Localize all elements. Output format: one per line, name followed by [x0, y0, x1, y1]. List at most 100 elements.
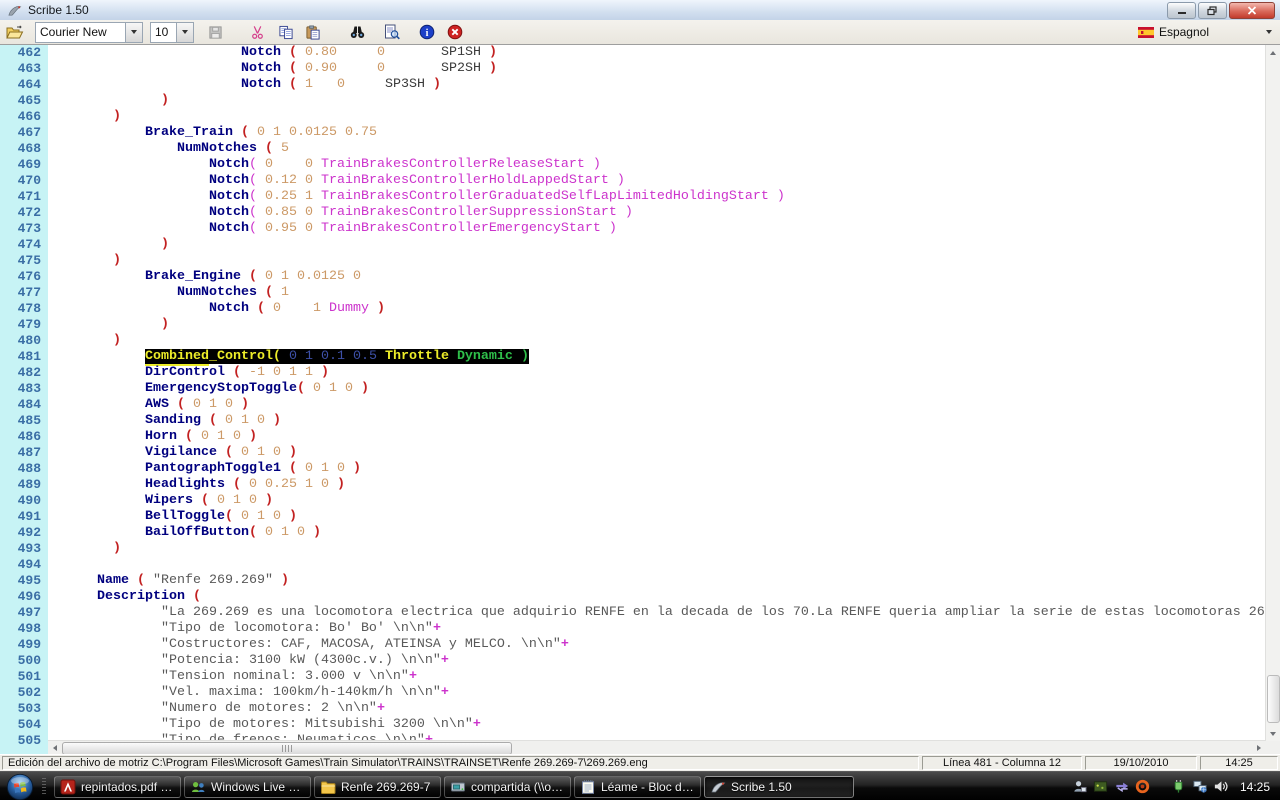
exit-button[interactable]: [444, 22, 466, 42]
code-line-480[interactable]: ): [57, 333, 1266, 349]
taskbar-clock[interactable]: 14:25: [1240, 780, 1270, 794]
line-number: 468: [0, 141, 48, 157]
horizontal-scrollbar[interactable]: [48, 740, 1266, 755]
code-line-466[interactable]: ): [57, 109, 1266, 125]
restore-button[interactable]: [1198, 2, 1227, 19]
code-line-467[interactable]: Brake_Train ( 0 1 0.0125 0.75: [57, 125, 1266, 141]
code-line-482[interactable]: DirControl ( -1 0 1 1 ): [57, 365, 1266, 381]
line-number: 475: [0, 253, 48, 269]
code-line-474[interactable]: ): [57, 237, 1266, 253]
code-line-481[interactable]: Combined_Control( 0 1 0.1 0.5 Throttle D…: [57, 349, 1266, 365]
line-number: 465: [0, 93, 48, 109]
code-line-471[interactable]: Notch( 0.25 1 TrainBrakesControllerGradu…: [57, 189, 1266, 205]
paste-button[interactable]: [302, 22, 324, 42]
line-number: 502: [0, 685, 48, 701]
taskbar-button-folder[interactable]: Renfe 269.269-7: [314, 776, 441, 798]
search-document-button[interactable]: [381, 22, 403, 42]
code-line-484[interactable]: AWS ( 0 1 0 ): [57, 397, 1266, 413]
volume-icon[interactable]: [1213, 779, 1229, 795]
line-number: 481: [0, 349, 48, 365]
font-size-combobox[interactable]: 10: [150, 22, 194, 43]
start-button[interactable]: [6, 773, 34, 800]
code-line-468[interactable]: NumNotches ( 5: [57, 141, 1266, 157]
code-line-470[interactable]: Notch( 0.12 0 TrainBrakesControllerHoldL…: [57, 173, 1266, 189]
media-tray-icon[interactable]: [1093, 779, 1109, 795]
language-dropdown-arrow[interactable]: [1266, 30, 1272, 34]
code-line-496[interactable]: Description (: [57, 589, 1266, 605]
code-line-499[interactable]: "Costructores: CAF, MACOSA, ATEINSA y ME…: [57, 637, 1266, 653]
code-line-463[interactable]: Notch ( 0.90 0 SP2SH ): [57, 61, 1266, 77]
find-button[interactable]: [346, 22, 368, 42]
cut-button[interactable]: [246, 22, 268, 42]
line-number: 472: [0, 205, 48, 221]
code-line-477[interactable]: NumNotches ( 1: [57, 285, 1266, 301]
code-line-498[interactable]: "Tipo de locomotora: Bo' Bo' \n\n"+: [57, 621, 1266, 637]
close-button[interactable]: [1229, 2, 1275, 19]
save-button[interactable]: [204, 22, 226, 42]
info-button[interactable]: i: [416, 22, 438, 42]
code-line-502[interactable]: "Vel. maxima: 100km/h-140km/h \n\n"+: [57, 685, 1266, 701]
power-plug-icon[interactable]: [1171, 779, 1187, 795]
open-file-button[interactable]: [4, 22, 26, 42]
taskbar-button-notepad[interactable]: Léame - Bloc de not...: [574, 776, 701, 798]
line-number: 489: [0, 477, 48, 493]
code-line-486[interactable]: Horn ( 0 1 0 ): [57, 429, 1266, 445]
copy-button[interactable]: [275, 22, 297, 42]
code-line-504[interactable]: "Tipo de motores: Mitsubishi 3200 \n\n"+: [57, 717, 1266, 733]
font-name-combobox[interactable]: Courier New: [35, 22, 143, 43]
scroll-right-arrow[interactable]: [1252, 741, 1266, 755]
code-line-472[interactable]: Notch( 0.85 0 TrainBrakesControllerSuppr…: [57, 205, 1266, 221]
language-selector[interactable]: Espagnol: [1138, 25, 1272, 39]
code-line-491[interactable]: BellToggle( 0 1 0 ): [57, 509, 1266, 525]
network-drive-icon: [450, 779, 466, 795]
messenger-status-icon[interactable]: [1072, 779, 1088, 795]
scroll-left-arrow[interactable]: [48, 741, 62, 755]
taskbar: repintados.pdf - Ad... Windows Live Mess…: [0, 771, 1280, 800]
code-area[interactable]: Notch ( 0.80 0 SP1SH ) Notch ( 0.90 0 SP…: [48, 45, 1266, 749]
code-line-492[interactable]: BailOffButton( 0 1 0 ): [57, 525, 1266, 541]
minimize-button[interactable]: [1167, 2, 1196, 19]
code-line-490[interactable]: Wipers ( 0 1 0 ): [57, 493, 1266, 509]
font-name-dropdown-arrow[interactable]: [125, 23, 142, 42]
line-number: 478: [0, 301, 48, 317]
code-line-493[interactable]: ): [57, 541, 1266, 557]
code-line-476[interactable]: Brake_Engine ( 0 1 0.0125 0: [57, 269, 1266, 285]
code-line-478[interactable]: Notch ( 0 1 Dummy ): [57, 301, 1266, 317]
taskbar-button-pdf[interactable]: repintados.pdf - Ad...: [54, 776, 181, 798]
vertical-scrollbar[interactable]: [1265, 45, 1280, 741]
line-number: 470: [0, 173, 48, 189]
sync-arrows-icon[interactable]: [1114, 779, 1130, 795]
code-line-465[interactable]: ): [57, 93, 1266, 109]
status-cursor-position: Línea 481 - Columna 12: [922, 756, 1082, 770]
toolbar: Courier New 10 i: [0, 20, 1280, 45]
code-line-479[interactable]: ): [57, 317, 1266, 333]
code-line-475[interactable]: ): [57, 253, 1266, 269]
code-line-462[interactable]: Notch ( 0.80 0 SP1SH ): [57, 45, 1266, 61]
code-line-487[interactable]: Vigilance ( 0 1 0 ): [57, 445, 1266, 461]
code-line-495[interactable]: Name ( "Renfe 269.269" ): [57, 573, 1266, 589]
code-line-488[interactable]: PantographToggle1 ( 0 1 0 ): [57, 461, 1266, 477]
code-line-464[interactable]: Notch ( 1 0 SP3SH ): [57, 77, 1266, 93]
font-size-dropdown-arrow[interactable]: [176, 23, 193, 42]
code-line-494[interactable]: [57, 557, 1266, 573]
line-number: 498: [0, 621, 48, 637]
code-line-503[interactable]: "Numero de motores: 2 \n\n"+: [57, 701, 1266, 717]
taskbar-button-network-share[interactable]: compartida (\\olatz)...: [444, 776, 571, 798]
taskbar-button-scribe[interactable]: Scribe 1.50: [704, 776, 854, 798]
scroll-down-arrow[interactable]: [1266, 726, 1280, 741]
vertical-scroll-thumb[interactable]: [1267, 675, 1280, 723]
network-icon[interactable]: [1192, 779, 1208, 795]
code-line-489[interactable]: Headlights ( 0 0.25 1 0 ): [57, 477, 1266, 493]
line-number: 484: [0, 397, 48, 413]
code-line-469[interactable]: Notch( 0 0 TrainBrakesControllerReleaseS…: [57, 157, 1266, 173]
download-manager-icon[interactable]: [1135, 779, 1151, 795]
scroll-up-arrow[interactable]: [1266, 45, 1280, 60]
code-line-501[interactable]: "Tension nominal: 3.000 v \n\n"+: [57, 669, 1266, 685]
taskbar-button-messenger[interactable]: Windows Live Mess...: [184, 776, 311, 798]
code-line-500[interactable]: "Potencia: 3100 kW (4300c.v.) \n\n"+: [57, 653, 1266, 669]
code-line-483[interactable]: EmergencyStopToggle( 0 1 0 ): [57, 381, 1266, 397]
code-line-473[interactable]: Notch( 0.95 0 TrainBrakesControllerEmerg…: [57, 221, 1266, 237]
code-line-497[interactable]: "La 269.269 es una locomotora electrica …: [57, 605, 1266, 621]
code-line-485[interactable]: Sanding ( 0 1 0 ): [57, 413, 1266, 429]
notepad-icon: [580, 779, 596, 795]
